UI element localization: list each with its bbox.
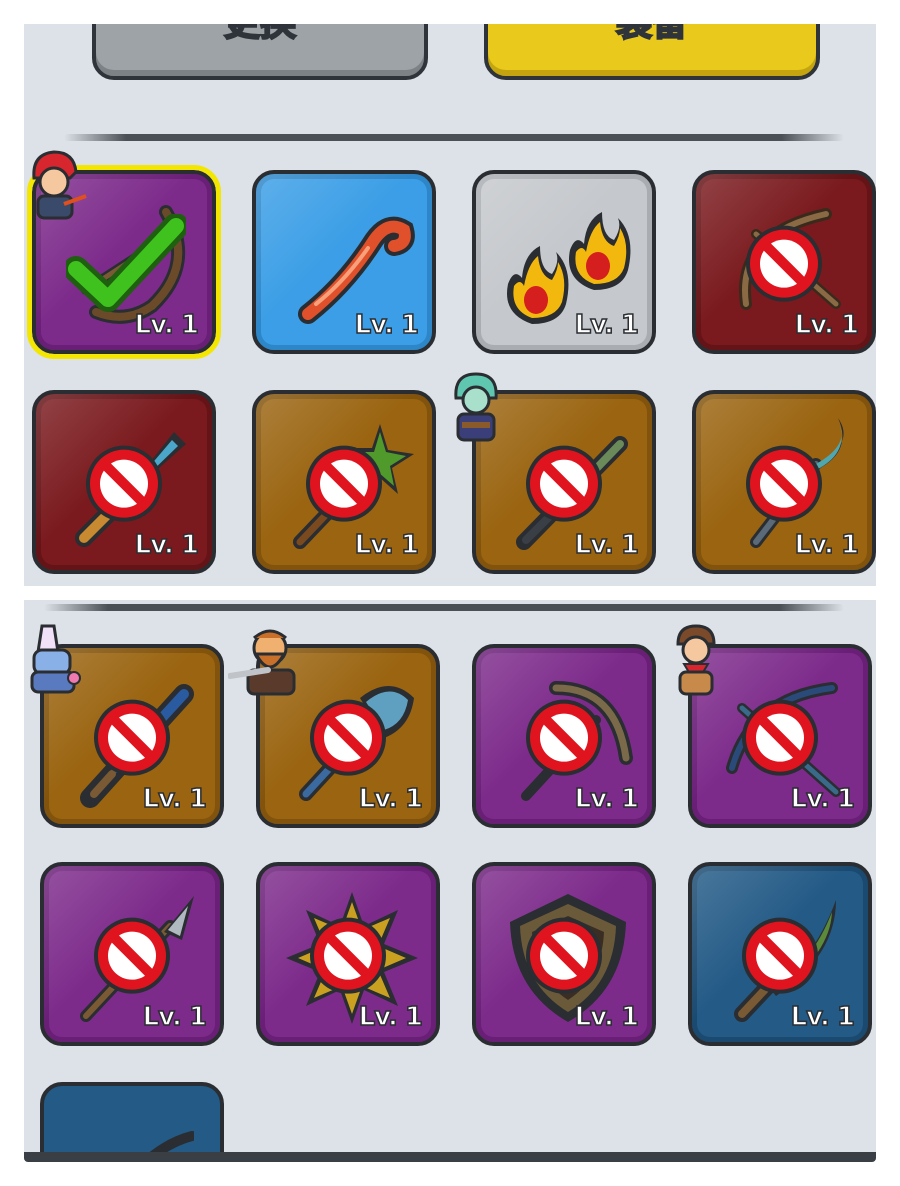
- section-divider: [64, 134, 844, 141]
- level-label: Lv. 1: [574, 1001, 640, 1033]
- level-label: Lv. 1: [358, 1001, 424, 1033]
- level-label: Lv. 1: [354, 309, 420, 341]
- locked-icon: [526, 917, 602, 994]
- level-label: Lv. 1: [790, 1001, 856, 1033]
- item-slot[interactable]: Lv. 1: [692, 170, 876, 354]
- level-label: Lv. 1: [354, 529, 420, 561]
- locked-icon: [94, 699, 170, 776]
- panel-bottom-edge: [24, 1152, 876, 1162]
- item-slot[interactable]: Lv. 1: [688, 862, 872, 1046]
- locked-icon: [746, 225, 822, 302]
- locked-icon: [746, 445, 822, 522]
- item-slot[interactable]: Lv. 1: [40, 862, 224, 1046]
- red-hair-hero-avatar: [32, 150, 87, 220]
- item-slot[interactable]: Lv. 1: [252, 390, 436, 574]
- section-divider: [44, 604, 844, 611]
- locked-icon: [94, 917, 170, 994]
- brown-hair-hero-avatar: [676, 624, 716, 696]
- locked-icon: [86, 445, 162, 522]
- level-label: Lv. 1: [574, 783, 640, 815]
- level-label: Lv. 1: [134, 309, 200, 341]
- level-label: Lv. 1: [794, 309, 860, 341]
- bearded-warrior-avatar: [228, 629, 296, 696]
- item-slot-partial[interactable]: [40, 1082, 224, 1160]
- locked-icon: [742, 699, 818, 776]
- swap-button[interactable]: 更换: [92, 24, 428, 80]
- inventory-panel-bottom: Lv. 1 Lv. 1 Lv. 1 Lv. 1 Lv. 1 Lv. 1 Lv. …: [24, 600, 876, 1160]
- locked-icon: [742, 917, 818, 994]
- item-slot[interactable]: Lv. 1: [32, 390, 216, 574]
- level-label: Lv. 1: [574, 309, 640, 341]
- locked-icon: [526, 445, 602, 522]
- level-label: Lv. 1: [574, 529, 640, 561]
- check-icon: [66, 214, 186, 312]
- locked-icon: [306, 445, 382, 522]
- item-slot[interactable]: Lv. 1: [472, 644, 656, 828]
- item-slot[interactable]: Lv. 1: [252, 170, 436, 354]
- level-label: Lv. 1: [790, 783, 856, 815]
- item-slot[interactable]: Lv. 1: [256, 862, 440, 1046]
- item-slot[interactable]: Lv. 1: [472, 170, 656, 354]
- swap-button-label: 更换: [223, 24, 297, 46]
- level-label: Lv. 1: [358, 783, 424, 815]
- level-label: Lv. 1: [794, 529, 860, 561]
- locked-icon: [310, 699, 386, 776]
- locked-icon: [526, 699, 602, 776]
- locked-icon: [310, 917, 386, 994]
- inventory-panel-top: 更换 装备 Lv. 1 Lv. 1: [24, 24, 876, 586]
- robot-hero-avatar: [30, 624, 81, 694]
- equip-button-label: 装备: [615, 24, 689, 46]
- item-slot[interactable]: Lv. 1: [472, 862, 656, 1046]
- green-hair-hero-avatar: [454, 372, 498, 442]
- equip-button[interactable]: 装备: [484, 24, 820, 80]
- item-slot[interactable]: Lv. 1: [692, 390, 876, 574]
- level-label: Lv. 1: [134, 529, 200, 561]
- level-label: Lv. 1: [142, 783, 208, 815]
- level-label: Lv. 1: [142, 1001, 208, 1033]
